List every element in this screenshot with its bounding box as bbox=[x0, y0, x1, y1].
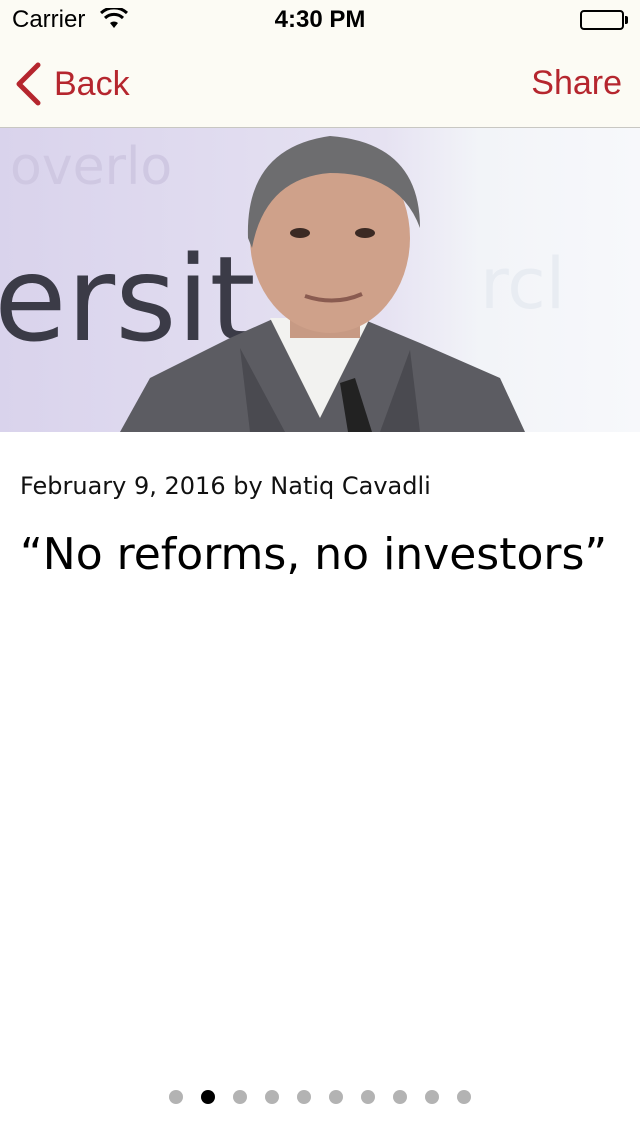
back-label: Back bbox=[54, 64, 130, 103]
status-time: 4:30 PM bbox=[274, 6, 366, 33]
article-title[interactable]: “No reforms, no investors” bbox=[20, 526, 620, 584]
page-dot[interactable] bbox=[233, 1090, 247, 1104]
chevron-left-icon bbox=[16, 62, 41, 106]
share-button[interactable]: Share bbox=[531, 64, 622, 103]
page-dot[interactable] bbox=[361, 1090, 375, 1104]
page-indicator[interactable] bbox=[0, 1090, 640, 1106]
status-bar: Carrier 4:30 PM bbox=[0, 0, 640, 40]
article-byline: February 9, 2016 by Natiq Cavadli bbox=[20, 472, 431, 500]
article-hero-image: overlo ersit rcl bbox=[0, 128, 640, 432]
page-dot[interactable] bbox=[329, 1090, 343, 1104]
page-dot[interactable] bbox=[457, 1090, 471, 1104]
navigation-bar: Back Share bbox=[0, 40, 640, 128]
page-dot[interactable] bbox=[265, 1090, 279, 1104]
page-dot[interactable] bbox=[393, 1090, 407, 1104]
back-button[interactable]: Back bbox=[14, 60, 130, 108]
battery-icon bbox=[580, 10, 628, 30]
svg-text:rcl: rcl bbox=[480, 243, 565, 325]
page-dot[interactable] bbox=[169, 1090, 183, 1104]
svg-text:overlo: overlo bbox=[10, 137, 172, 197]
page-dot[interactable] bbox=[297, 1090, 311, 1104]
page-dot[interactable] bbox=[201, 1090, 215, 1104]
page-dot[interactable] bbox=[425, 1090, 439, 1104]
